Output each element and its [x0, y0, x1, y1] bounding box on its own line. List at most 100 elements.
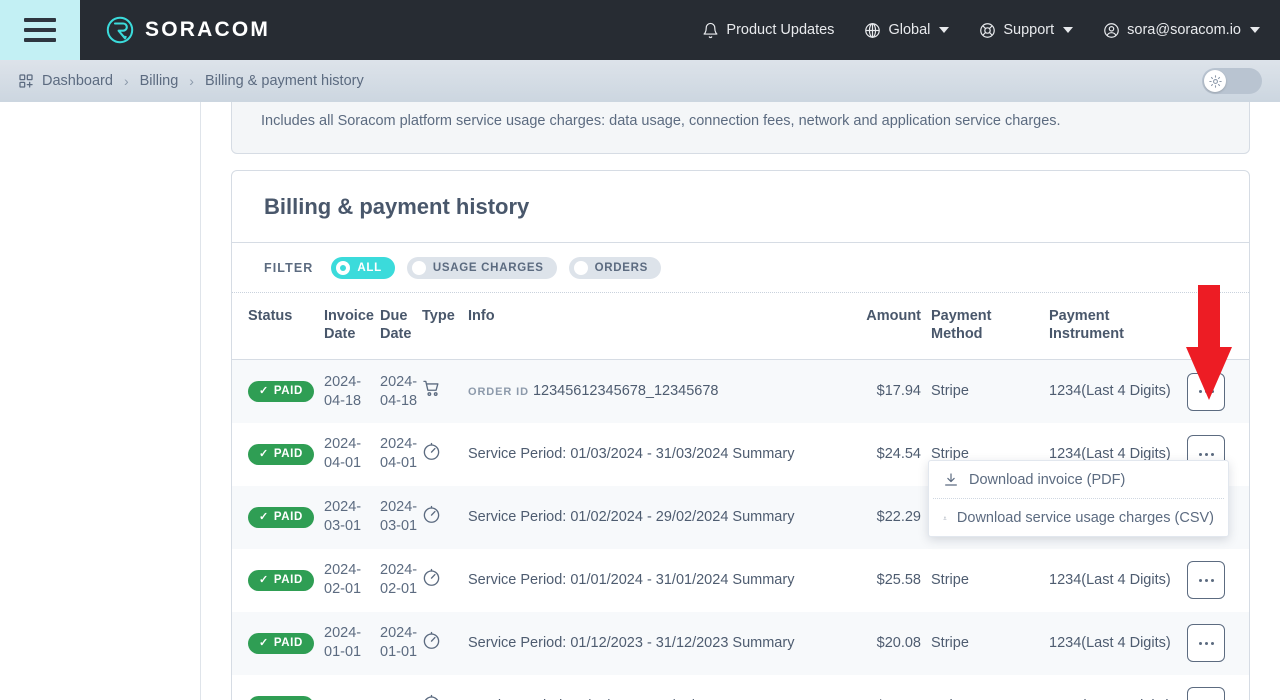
soracom-mark-icon: [106, 16, 134, 44]
breadcrumb-item-current: Billing & payment history: [205, 73, 364, 89]
cell-payment-instrument: 1234(Last 4 Digits): [1039, 612, 1187, 675]
status-badge: ✓ PAID: [248, 444, 314, 465]
hamburger-menu-icon[interactable]: [0, 0, 80, 60]
column-header-payment-method[interactable]: Payment Method: [921, 293, 1039, 360]
chevron-down-icon: [1063, 27, 1073, 33]
status-badge: ✓ PAID: [248, 507, 314, 528]
cell-status: ✓ PAID: [232, 360, 324, 423]
cell-info: Service Period: 01/11/2023 - 30/11/2023 …: [468, 675, 825, 700]
cell-info: ORDER ID12345612345678_12345678: [468, 360, 825, 423]
status-badge-label: PAID: [274, 510, 303, 525]
dot: [1199, 453, 1202, 456]
menu-item-download-usage-csv[interactable]: Download service usage charges (CSV): [929, 499, 1228, 536]
cell-type: [422, 423, 468, 486]
column-header-type[interactable]: Type: [422, 293, 468, 360]
filter-pill-usage-charges[interactable]: USAGE CHARGES: [407, 257, 557, 279]
cell-payment-method: Stripe: [921, 360, 1039, 423]
dot: [1205, 390, 1208, 393]
gauge-icon: [422, 568, 441, 587]
top-navigation-bar: SORACOM Product Updates Global: [0, 0, 1280, 60]
cell-amount: $17.94: [825, 360, 921, 423]
status-badge-label: PAID: [274, 384, 303, 399]
column-header-payment-instrument[interactable]: Payment Instrument: [1039, 293, 1187, 360]
table-row[interactable]: ✓ PAID 2024-02-01 2024-02-01 Service Pe: [232, 549, 1249, 612]
breadcrumb-item-dashboard[interactable]: Dashboard: [18, 73, 113, 89]
breadcrumb: Dashboard › Billing › Billing & payment …: [18, 73, 364, 89]
status-badge: ✓ PAID: [248, 696, 314, 700]
cell-invoice-date: 2024-01-01: [324, 612, 380, 675]
row-actions-button[interactable]: [1187, 624, 1225, 662]
gauge-icon: [422, 505, 441, 524]
brand-name: SORACOM: [145, 18, 270, 42]
cell-due-date: 2024-03-01: [380, 486, 422, 549]
nav-global[interactable]: Global: [864, 22, 949, 39]
cell-amount: $24.54: [825, 423, 921, 486]
menu-item-label: Download invoice (PDF): [969, 472, 1125, 488]
nav-product-updates[interactable]: Product Updates: [702, 22, 834, 39]
nav-user-account[interactable]: sora@soracom.io: [1103, 22, 1260, 39]
breadcrumb-item-billing[interactable]: Billing: [140, 73, 179, 89]
filter-bar: FILTER ALL USAGE CHARGES ORDERS: [232, 243, 1249, 293]
breadcrumb-label: Billing & payment history: [205, 73, 364, 89]
dashboard-grid-icon: [18, 73, 34, 89]
dot: [1205, 642, 1208, 645]
check-icon: ✓: [259, 575, 269, 586]
row-actions-button[interactable]: [1187, 687, 1225, 700]
toggle-knob: [1204, 70, 1226, 92]
cell-info: Service Period: 01/12/2023 - 31/12/2023 …: [468, 612, 825, 675]
cell-payment-instrument: 1234(Last 4 Digits): [1039, 549, 1187, 612]
status-badge: ✓ PAID: [248, 570, 314, 591]
nav-support[interactable]: Support: [979, 22, 1073, 39]
cell-due-date: 2024-04-18: [380, 360, 422, 423]
column-header-status[interactable]: Status: [232, 293, 324, 360]
gauge-icon: [422, 442, 441, 461]
filter-pill-label: ORDERS: [595, 262, 648, 274]
cell-status: ✓ PAID: [232, 612, 324, 675]
dot: [1211, 642, 1214, 645]
download-icon: [943, 472, 959, 488]
theme-toggle[interactable]: [1202, 68, 1262, 94]
cell-payment-method: Stripe: [921, 675, 1039, 700]
row-actions-button[interactable]: [1187, 561, 1225, 599]
hamburger-line: [24, 18, 56, 22]
dot: [1205, 453, 1208, 456]
cell-amount: $16.67: [825, 675, 921, 700]
cell-invoice-date: 2024-03-01: [324, 486, 380, 549]
column-header-invoice-date[interactable]: Invoice Date: [324, 293, 380, 360]
column-header-due-date[interactable]: Due Date: [380, 293, 422, 360]
status-badge-label: PAID: [274, 573, 303, 588]
radio-icon: [336, 261, 350, 275]
row-actions-button[interactable]: [1187, 373, 1225, 411]
check-icon: ✓: [259, 512, 269, 523]
hamburger-line: [24, 38, 56, 42]
table-row[interactable]: ✓ PAID 2023- 2023- Service Period: 01/1: [232, 675, 1249, 700]
nav-label: sora@soracom.io: [1127, 22, 1241, 38]
nav-label: Product Updates: [726, 22, 834, 38]
left-sidebar: [0, 102, 201, 700]
filter-pill-orders[interactable]: ORDERS: [569, 257, 661, 279]
cell-type: [422, 612, 468, 675]
cell-invoice-date: 2024-04-18: [324, 360, 380, 423]
check-icon: ✓: [259, 638, 269, 649]
table-row[interactable]: ✓ PAID 2024-04-18 2024-04-18: [232, 360, 1249, 423]
dot: [1211, 453, 1214, 456]
cell-type: [422, 549, 468, 612]
column-header-amount[interactable]: Amount: [825, 293, 921, 360]
filter-pill-all[interactable]: ALL: [331, 257, 394, 279]
dot: [1199, 390, 1202, 393]
info-banner: Includes all Soracom platform service us…: [231, 102, 1250, 154]
gauge-icon: [422, 631, 441, 650]
soracom-logo[interactable]: SORACOM: [106, 16, 270, 44]
table-row[interactable]: ✓ PAID 2024-01-01 2024-01-01 Service Pe: [232, 612, 1249, 675]
card-header: Billing & payment history: [232, 171, 1249, 243]
breadcrumb-label: Dashboard: [42, 73, 113, 89]
order-id-label: ORDER ID: [468, 386, 529, 398]
cell-invoice-date: 2024-02-01: [324, 549, 380, 612]
cell-due-date: 2023-: [380, 675, 422, 700]
menu-item-download-invoice-pdf[interactable]: Download invoice (PDF): [929, 461, 1228, 498]
sun-icon: [1209, 75, 1222, 88]
check-icon: ✓: [259, 386, 269, 397]
dot: [1199, 642, 1202, 645]
column-header-info[interactable]: Info: [468, 293, 825, 360]
cell-due-date: 2024-02-01: [380, 549, 422, 612]
